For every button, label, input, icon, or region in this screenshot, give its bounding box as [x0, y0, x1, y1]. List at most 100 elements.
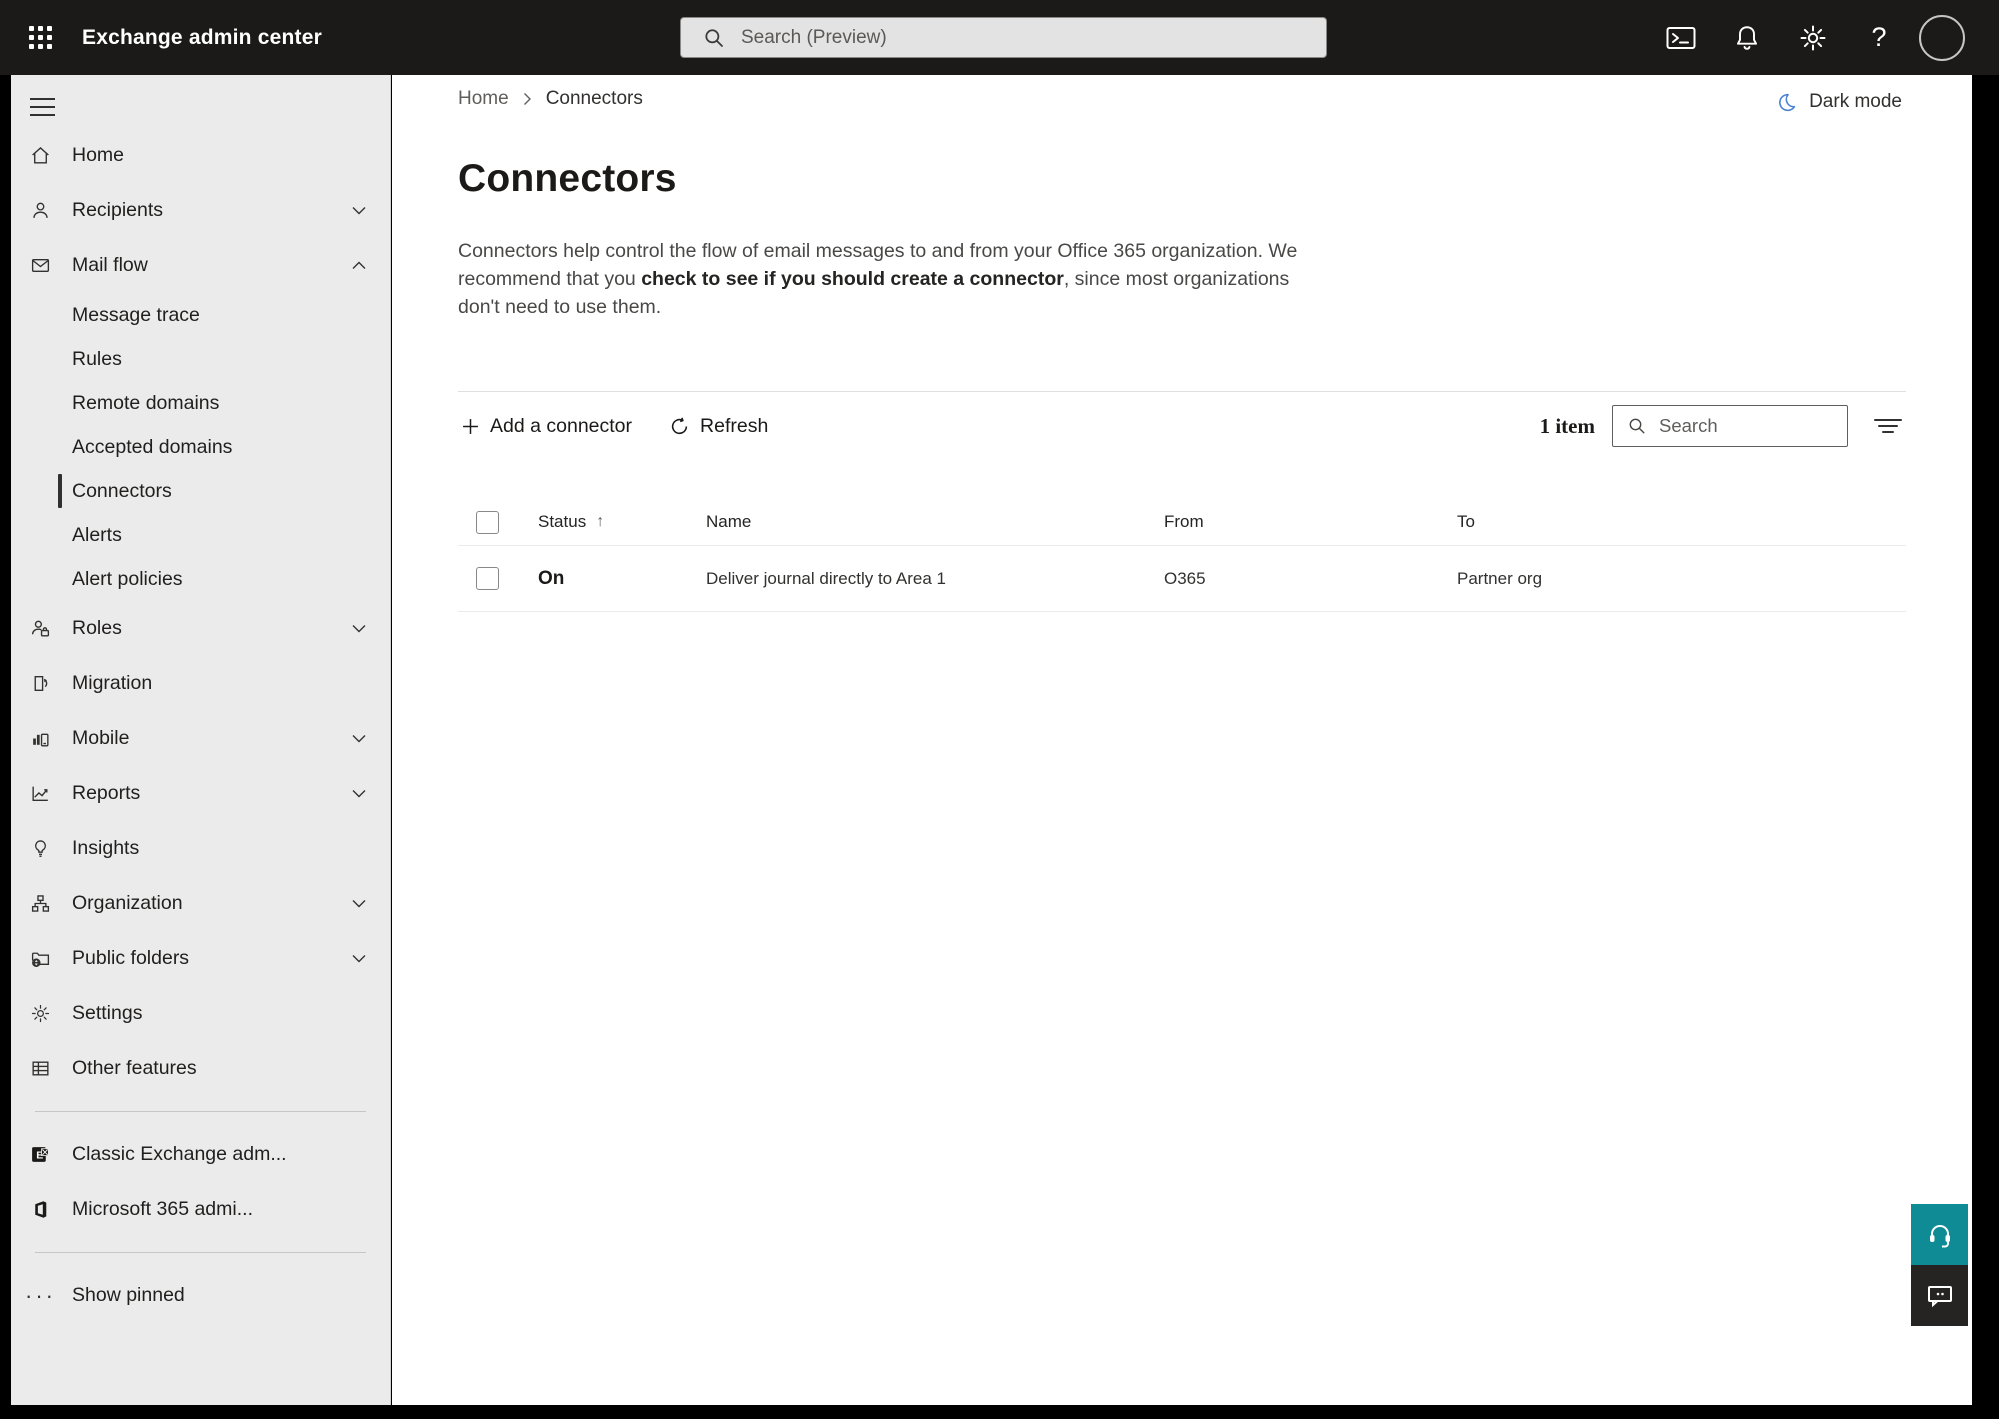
- description-link[interactable]: check to see if you should create a conn…: [641, 268, 1064, 290]
- breadcrumb: Home Connectors: [458, 88, 643, 110]
- sidebar-item-migration[interactable]: Migration: [11, 656, 390, 711]
- filter-button[interactable]: [1870, 408, 1906, 444]
- sidebar-item-m365-admin[interactable]: Microsoft 365 admi...: [11, 1182, 390, 1237]
- headset-icon: [1926, 1221, 1954, 1249]
- nav-collapse-button[interactable]: [11, 86, 71, 128]
- sidebar-item-alerts[interactable]: Alerts: [11, 513, 390, 557]
- sidebar-item-recipients[interactable]: Recipients: [11, 183, 390, 238]
- refresh-button[interactable]: Refresh: [666, 409, 772, 444]
- org-chart-icon: [30, 893, 51, 914]
- ellipsis-icon: ···: [25, 1282, 56, 1308]
- selected-indicator: [58, 474, 62, 508]
- line-chart-icon: [30, 783, 51, 804]
- column-header-from[interactable]: From: [1164, 512, 1457, 532]
- breadcrumb-home-link[interactable]: Home: [458, 88, 509, 110]
- sidebar-item-label: Show pinned: [72, 1284, 185, 1306]
- global-search-box[interactable]: [680, 17, 1327, 58]
- select-all-checkbox[interactable]: [476, 510, 499, 534]
- person-icon: [30, 200, 51, 221]
- sidebar-item-settings[interactable]: Settings: [11, 986, 390, 1041]
- sidebar-item-connectors[interactable]: Connectors: [11, 469, 390, 513]
- refresh-icon: [670, 417, 689, 436]
- app-launcher-waffle-icon[interactable]: [12, 10, 68, 66]
- sidebar-item-label: Public folders: [72, 947, 190, 969]
- question-mark-icon: ?: [1871, 22, 1887, 52]
- powershell-button[interactable]: [1655, 12, 1707, 64]
- item-count: 1 item: [1539, 413, 1595, 438]
- notifications-button[interactable]: [1721, 12, 1773, 64]
- table-grid-icon: [30, 1058, 51, 1079]
- global-search-input[interactable]: [741, 26, 1281, 49]
- support-button[interactable]: [1911, 1204, 1968, 1265]
- sidebar-item-label: Rules: [72, 347, 122, 370]
- column-header-to[interactable]: To: [1457, 512, 1906, 532]
- sidebar-item-accepted-domains[interactable]: Accepted domains: [11, 425, 390, 469]
- add-connector-button[interactable]: Add a connector: [458, 409, 636, 444]
- roles-icon: [30, 618, 51, 639]
- list-search-input[interactable]: [1659, 415, 1819, 437]
- search-icon: [703, 27, 725, 49]
- gear-icon: [1799, 24, 1827, 52]
- feedback-button[interactable]: [1911, 1265, 1968, 1326]
- sidebar-item-insights[interactable]: Insights: [11, 821, 390, 876]
- column-label: Name: [706, 512, 752, 531]
- help-button[interactable]: ?: [1853, 12, 1905, 64]
- add-connector-label: Add a connector: [490, 414, 633, 437]
- sidebar-item-message-trace[interactable]: Message trace: [11, 293, 390, 337]
- content-divider: [458, 391, 1906, 392]
- sidebar-item-label: Microsoft 365 admi...: [72, 1198, 253, 1220]
- avatar[interactable]: [1919, 14, 1965, 61]
- settings-button[interactable]: [1787, 12, 1839, 64]
- row-status: On: [538, 567, 565, 589]
- main-content: Home Connectors Dark mode Connectors Con…: [392, 75, 1972, 1405]
- toolbar-right-group: 1 item: [1540, 405, 1906, 447]
- list-search-box[interactable]: [1612, 405, 1848, 447]
- sidebar-item-label: Roles: [72, 617, 122, 639]
- sidebar-item-label: Insights: [72, 837, 140, 859]
- sidebar-item-reports[interactable]: Reports: [11, 766, 390, 821]
- top-app-bar: Exchange admin center Search (Preview) ?: [0, 0, 1999, 75]
- sidebar-item-label: Other features: [72, 1057, 197, 1079]
- sidebar-item-label: Connectors: [72, 479, 172, 502]
- waffle-icon: [28, 26, 52, 49]
- breadcrumb-current: Connectors: [545, 88, 643, 109]
- column-label: To: [1457, 512, 1475, 531]
- mobile-icon: [30, 728, 51, 749]
- sidebar-item-show-pinned[interactable]: ··· Show pinned: [11, 1268, 390, 1323]
- dark-mode-toggle[interactable]: Dark mode: [1776, 91, 1902, 113]
- table-row[interactable]: On Deliver journal directly to Area 1 O3…: [458, 546, 1906, 612]
- row-name[interactable]: Deliver journal directly to Area 1: [706, 569, 1164, 589]
- sidebar-item-other-features[interactable]: Other features: [11, 1041, 390, 1096]
- sidebar-item-label: Remote domains: [72, 391, 220, 414]
- sidebar-item-rules[interactable]: Rules: [11, 337, 390, 381]
- sidebar-item-label: Alerts: [72, 523, 122, 546]
- sidebar-item-mail-flow[interactable]: Mail flow: [11, 238, 390, 293]
- terminal-icon: [1666, 25, 1696, 51]
- page-title: Connectors: [458, 157, 677, 200]
- row-checkbox[interactable]: [476, 567, 499, 590]
- sidebar-item-organization[interactable]: Organization: [11, 876, 390, 931]
- sidebar-item-classic-exchange-admin[interactable]: E Classic Exchange adm...: [11, 1127, 390, 1182]
- mail-icon: [30, 255, 51, 276]
- sidebar-item-label: Reports: [72, 782, 141, 804]
- sidebar-divider: [35, 1111, 366, 1112]
- sidebar-item-label: Mobile: [72, 727, 130, 749]
- sidebar-item-mobile[interactable]: Mobile: [11, 711, 390, 766]
- feedback-bubble-icon: [1926, 1283, 1954, 1309]
- row-to: Partner org: [1457, 568, 1543, 588]
- exchange-logo-icon: E: [30, 1144, 51, 1165]
- sidebar-item-remote-domains[interactable]: Remote domains: [11, 381, 390, 425]
- sidebar-item-label: Recipients: [72, 199, 164, 221]
- chevron-down-icon: [352, 954, 366, 963]
- sidebar-item-home[interactable]: Home: [11, 128, 390, 183]
- sidebar-item-roles[interactable]: Roles: [11, 601, 390, 656]
- column-header-name[interactable]: Name: [706, 512, 1164, 532]
- header-checkbox-cell: [458, 510, 538, 534]
- topbar-actions: ?: [1655, 0, 1965, 75]
- table-header-row: Status ↑ Name From To: [458, 499, 1906, 546]
- column-header-status[interactable]: Status ↑: [538, 512, 706, 532]
- sidebar-item-public-folders[interactable]: Public folders: [11, 931, 390, 986]
- sidebar-item-alert-policies[interactable]: Alert policies: [11, 557, 390, 601]
- plus-icon: [462, 418, 479, 435]
- chevron-right-icon: [523, 92, 532, 106]
